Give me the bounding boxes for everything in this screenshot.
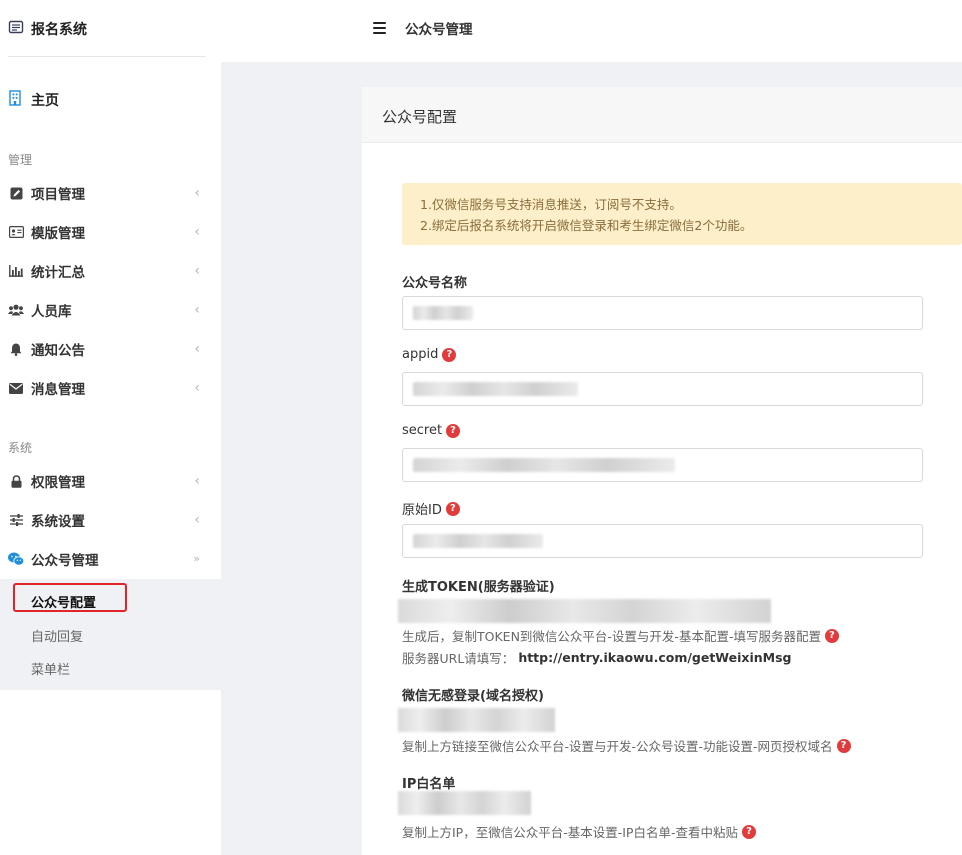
sidebar-item-label: 公众号管理 bbox=[31, 553, 99, 569]
domain-hint: 复制上方链接至微信公众平台-设置与开发-公众号设置-功能设置-网页授权域名 ? bbox=[402, 736, 851, 755]
domain-hint-text: 复制上方链接至微信公众平台-设置与开发-公众号设置-功能设置-网页授权域名 bbox=[402, 739, 833, 754]
sidebar-item-label: 项目管理 bbox=[31, 187, 85, 203]
redacted-value bbox=[413, 534, 543, 548]
help-icon[interactable]: ? bbox=[741, 824, 756, 839]
help-icon[interactable]: ? bbox=[445, 501, 460, 516]
domain-auth-label-text: 微信无感登录(域名授权) bbox=[402, 689, 544, 704]
chevron-left-icon: ‹ bbox=[194, 473, 200, 489]
submenu-item-auto-reply[interactable]: 自动回复 bbox=[31, 626, 83, 645]
chevron-left-icon: ‹ bbox=[194, 302, 200, 318]
chevron-left-icon: ‹ bbox=[194, 380, 200, 396]
original-id-label: 原始ID ? bbox=[402, 499, 460, 518]
sidebar-item-messages[interactable]: 消息管理 ‹ bbox=[0, 375, 221, 401]
secret-label-text: secret bbox=[402, 423, 443, 438]
id-card-icon bbox=[8, 224, 24, 240]
token-label: 生成TOKEN(服务器验证) bbox=[402, 576, 555, 595]
redacted-value bbox=[413, 458, 675, 472]
nav-home[interactable]: 主页 bbox=[8, 89, 59, 111]
sliders-icon bbox=[8, 512, 24, 528]
server-url[interactable]: http://entry.ikaowu.com/getWeixinMsg bbox=[518, 650, 791, 665]
bell-icon bbox=[8, 341, 24, 357]
chevron-left-icon: ‹ bbox=[194, 341, 200, 357]
appid-input[interactable] bbox=[402, 372, 923, 406]
chevron-left-icon: ‹ bbox=[194, 263, 200, 279]
highlight-box bbox=[13, 583, 127, 612]
chevron-left-icon: ‹ bbox=[194, 512, 200, 528]
notice-alert: 1.仅微信服务号支持消息推送，订阅号不支持。 2.绑定后报名系统将开启微信登录和… bbox=[402, 183, 962, 245]
brand-name: 报名系统 bbox=[31, 22, 87, 38]
card-header: 公众号配置 bbox=[362, 87, 962, 143]
lock-icon bbox=[8, 473, 24, 489]
sidebar-item-projects[interactable]: 项目管理 ‹ bbox=[0, 180, 221, 206]
sidebar-item-permissions[interactable]: 权限管理 ‹ bbox=[0, 468, 221, 494]
help-icon[interactable]: ? bbox=[446, 423, 461, 438]
topbar: 公众号管理 bbox=[221, 0, 962, 62]
help-icon[interactable]: ? bbox=[836, 738, 851, 753]
sidebar-item-label: 人员库 bbox=[31, 304, 72, 320]
section-title-system: 系统 bbox=[8, 441, 33, 455]
building-icon bbox=[8, 90, 22, 110]
sidebar-item-wechat[interactable]: 公众号管理 » bbox=[0, 546, 221, 572]
envelope-icon bbox=[8, 380, 24, 396]
notice-line: 2.绑定后报名系统将开启微信登录和考生绑定微信2个功能。 bbox=[420, 218, 753, 233]
submenu-item-menu-bar[interactable]: 菜单栏 bbox=[31, 659, 70, 678]
appid-label: appid ? bbox=[402, 347, 457, 362]
notice-line: 1.仅微信服务号支持消息推送，订阅号不支持。 bbox=[420, 197, 682, 212]
sidebar-item-label: 消息管理 bbox=[31, 382, 85, 398]
server-url-prefix: 服务器URL请填写： bbox=[402, 651, 515, 666]
sidebar-item-statistics[interactable]: 统计汇总 ‹ bbox=[0, 258, 221, 284]
secret-input[interactable] bbox=[402, 448, 923, 482]
edit-icon bbox=[8, 185, 24, 201]
sidebar-item-label: 模版管理 bbox=[31, 226, 85, 242]
original-id-label-text: 原始ID bbox=[402, 503, 442, 518]
sidebar-item-personnel[interactable]: 人员库 ‹ bbox=[0, 297, 221, 323]
sidebar-item-label: 系统设置 bbox=[31, 514, 85, 530]
chevron-double-down-icon: » bbox=[193, 552, 200, 565]
chevron-left-icon: ‹ bbox=[194, 224, 200, 240]
appid-label-text: appid bbox=[402, 347, 439, 362]
redacted-value bbox=[413, 382, 578, 396]
redacted-value bbox=[413, 306, 473, 320]
brand: 报名系统 bbox=[8, 18, 87, 40]
token-hint-text: 生成后，复制TOKEN到微信公众平台-设置与开发-基本配置-填写服务器配置 bbox=[402, 629, 821, 644]
token-label-text: 生成TOKEN(服务器验证) bbox=[402, 580, 555, 595]
sidebar-item-settings[interactable]: 系统设置 ‹ bbox=[0, 507, 221, 533]
help-icon[interactable]: ? bbox=[442, 347, 457, 362]
help-icon[interactable]: ? bbox=[824, 628, 839, 643]
sidebar-item-label: 权限管理 bbox=[31, 475, 85, 491]
menu-toggle-icon[interactable] bbox=[373, 22, 386, 34]
ip-whitelist-label-text: IP白名单 bbox=[402, 777, 456, 792]
bar-chart-icon bbox=[8, 263, 24, 279]
name-label: 公众号名称 bbox=[402, 272, 467, 291]
nav-home-label: 主页 bbox=[31, 93, 59, 109]
domain-auth-label: 微信无感登录(域名授权) bbox=[402, 685, 544, 704]
app-logo-icon bbox=[8, 19, 24, 39]
original-id-input[interactable] bbox=[402, 524, 923, 558]
secret-label: secret ? bbox=[402, 423, 461, 438]
card-title: 公众号配置 bbox=[382, 108, 458, 126]
users-icon bbox=[8, 302, 24, 318]
ip-hint: 复制上方IP，至微信公众平台-基本设置-IP白名单-查看中粘贴 ? bbox=[402, 822, 756, 841]
domain-value-redacted bbox=[398, 708, 555, 732]
ip-value-redacted bbox=[398, 791, 531, 815]
ip-whitelist-label: IP白名单 bbox=[402, 773, 455, 792]
sidebar-item-label: 统计汇总 bbox=[31, 265, 85, 281]
token-hint: 生成后，复制TOKEN到微信公众平台-设置与开发-基本配置-填写服务器配置 ? bbox=[402, 626, 839, 645]
sidebar-item-announcements[interactable]: 通知公告 ‹ bbox=[0, 336, 221, 362]
sidebar-item-templates[interactable]: 模版管理 ‹ bbox=[0, 219, 221, 245]
ip-hint-text: 复制上方IP，至微信公众平台-基本设置-IP白名单-查看中粘贴 bbox=[402, 825, 738, 840]
account-name-input[interactable] bbox=[402, 296, 923, 330]
wechat-icon bbox=[8, 551, 24, 567]
sidebar: 报名系统 主页 管理 项目管理 ‹ 模版管理 ‹ 统计汇总 ‹ 人员库 ‹ 通知… bbox=[0, 0, 221, 855]
chevron-left-icon: ‹ bbox=[194, 185, 200, 201]
divider bbox=[8, 56, 206, 57]
token-value-redacted bbox=[398, 599, 771, 623]
sidebar-item-label: 通知公告 bbox=[31, 343, 85, 359]
server-url-hint: 服务器URL请填写： http://entry.ikaowu.com/getWei… bbox=[402, 648, 792, 667]
page-title: 公众号管理 bbox=[405, 22, 473, 38]
section-title-manage: 管理 bbox=[8, 153, 33, 167]
name-label-text: 公众号名称 bbox=[402, 276, 468, 291]
